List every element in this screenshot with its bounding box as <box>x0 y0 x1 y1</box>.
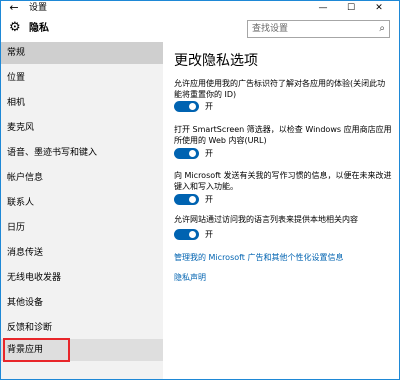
option-language-toggle[interactable] <box>174 229 199 240</box>
page-title: 隐私 <box>29 23 49 34</box>
option-smartscreen-toggle[interactable] <box>174 148 199 159</box>
title-bar: ← 设置 — ☐ ✕ <box>1 1 399 15</box>
sidebar-item-other-devices[interactable]: 其他设备 <box>1 292 163 314</box>
option-writing-state: 开 <box>205 195 213 204</box>
toggle-knob <box>189 103 196 110</box>
toggle-knob <box>189 150 196 157</box>
manage-ads-link[interactable]: 管理我的 Microsoft 广告和其他个性化设置信息 <box>174 252 344 263</box>
option-language-description: 允许网站通过访问我的语言列表来提供本地相关内容 <box>174 215 358 224</box>
settings-header: ⚙ 隐私 查找设置 ⌕ <box>1 16 399 42</box>
search-input[interactable]: 查找设置 ⌕ <box>247 20 390 38</box>
section-heading: 更改隐私选项 <box>174 53 258 69</box>
back-arrow-icon[interactable]: ← <box>7 1 21 15</box>
toggle-knob <box>189 231 196 238</box>
toggle-knob <box>189 196 196 203</box>
sidebar-item-speech-inking-typing[interactable]: 语音、墨迹书写和键入 <box>1 142 163 164</box>
gear-icon: ⚙ <box>9 20 21 35</box>
option-ads-description: 允许应用使用我的广告标识符了解对各应用的体验(关闭此功能将重置你的 ID) <box>174 79 386 99</box>
highlight-box <box>3 338 70 362</box>
window-title: 设置 <box>29 3 48 13</box>
option-language-state: 开 <box>205 230 213 239</box>
sidebar-item-radios[interactable]: 无线电收发器 <box>1 267 163 289</box>
sidebar-item-messaging[interactable]: 消息传送 <box>1 242 163 264</box>
option-smartscreen-state: 开 <box>205 149 213 158</box>
sidebar-item-calendar[interactable]: 日历 <box>1 217 163 239</box>
sidebar-item-microphone[interactable]: 麦克风 <box>1 117 163 139</box>
sidebar-item-camera[interactable]: 相机 <box>1 92 163 114</box>
search-icon[interactable]: ⌕ <box>379 21 385 37</box>
sidebar-item-contacts[interactable]: 联系人 <box>1 192 163 214</box>
option-writing-toggle[interactable] <box>174 194 199 205</box>
sidebar-item-location[interactable]: 位置 <box>1 67 163 89</box>
sidebar-item-account-info[interactable]: 帐户信息 <box>1 167 163 189</box>
maximize-button[interactable]: ☐ <box>339 1 363 15</box>
close-button[interactable]: ✕ <box>367 1 391 15</box>
sidebar-item-feedback-diagnostics[interactable]: 反馈和诊断 <box>1 317 163 339</box>
minimize-button[interactable]: — <box>311 1 335 15</box>
option-smartscreen-description: 打开 SmartScreen 筛选器，以检查 Windows 应用商店应用所使用… <box>174 125 392 145</box>
search-placeholder: 查找设置 <box>252 24 289 34</box>
sidebar-item-general[interactable]: 常规 <box>1 42 163 64</box>
option-ads-toggle[interactable] <box>174 101 199 112</box>
sidebar: 常规 位置 相机 麦克风 语音、墨迹书写和键入 帐户信息 联系人 日历 消息传送… <box>1 42 163 379</box>
option-ads-state: 开 <box>205 102 213 111</box>
privacy-statement-link[interactable]: 隐私声明 <box>174 272 206 283</box>
option-writing-description: 向 Microsoft 发送有关我的写作习惯的信息，以便在未来改进键入和写入功能… <box>174 171 392 191</box>
